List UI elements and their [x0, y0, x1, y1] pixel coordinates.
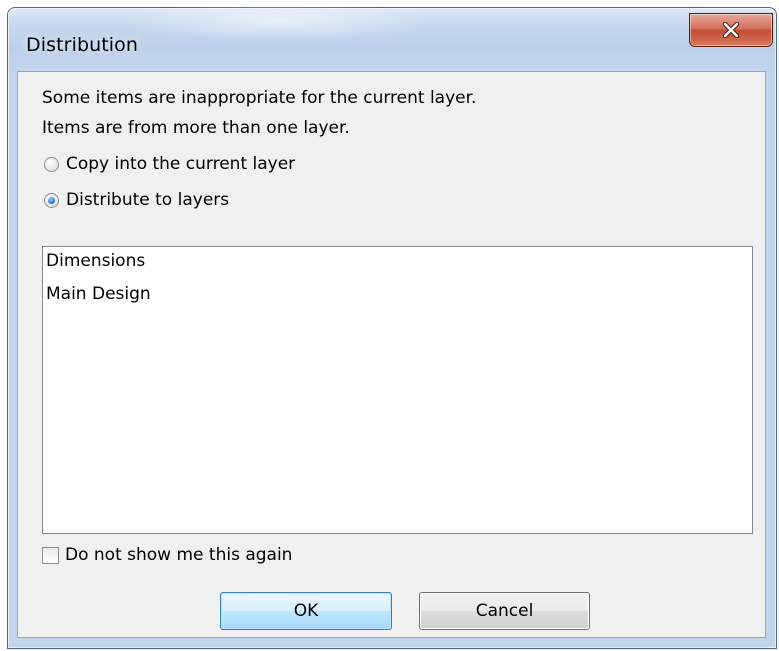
do-not-show-checkbox[interactable] — [42, 546, 59, 564]
distribute-option-label: Distribute to layers — [66, 190, 230, 210]
distribute-option[interactable]: Distribute to layers — [44, 190, 229, 210]
copy-radio[interactable] — [44, 156, 59, 172]
do-not-show-option[interactable]: Do not show me this again — [42, 545, 292, 565]
copy-option[interactable]: Copy into the current layer — [44, 154, 295, 174]
layers-listbox[interactable]: Dimensions Main Design — [42, 246, 753, 534]
message-line-1: Some items are inappropriate for the cur… — [42, 88, 477, 108]
title-bar-glare — [128, 2, 428, 42]
cancel-button[interactable]: Cancel — [419, 592, 590, 630]
close-button[interactable] — [689, 13, 773, 47]
message-line-2: Items are from more than one layer. — [42, 118, 350, 138]
copy-option-label: Copy into the current layer — [66, 154, 296, 174]
dialog-title: Distribution — [26, 34, 139, 56]
list-item-main-design[interactable]: Main Design — [46, 284, 151, 304]
do-not-show-label: Do not show me this again — [65, 545, 293, 565]
list-item-dimensions[interactable]: Dimensions — [46, 251, 145, 271]
dialog-window: Distribution Some items are inappropriat… — [7, 2, 777, 649]
dialog-client-area: Some items are inappropriate for the cur… — [17, 71, 766, 638]
ok-button[interactable]: OK — [220, 592, 392, 630]
distribute-radio[interactable] — [44, 192, 59, 208]
close-x-icon — [722, 22, 740, 38]
